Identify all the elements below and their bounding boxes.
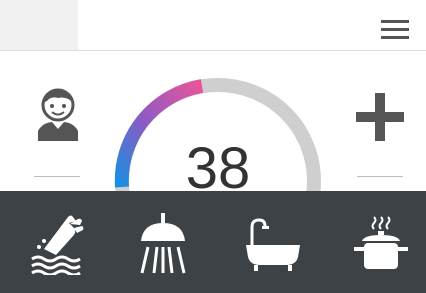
plus-icon[interactable] [354, 91, 406, 143]
right-divider [357, 176, 403, 177]
shower-icon[interactable] [128, 211, 198, 275]
user-avatar-icon[interactable] [34, 87, 82, 141]
mode-bar [0, 191, 426, 293]
bathtub-icon[interactable] [238, 211, 308, 275]
shower-control-screen: 38 [0, 0, 426, 293]
left-divider [34, 176, 80, 177]
top-bar [0, 0, 426, 51]
cooking-pot-icon[interactable] [346, 211, 416, 275]
main-panel: 38 [0, 51, 426, 241]
hand-wash-icon[interactable] [22, 211, 92, 275]
hamburger-menu-icon[interactable] [378, 18, 412, 42]
temperature-value: 38 [185, 136, 251, 201]
top-bar-left-block [0, 0, 78, 50]
